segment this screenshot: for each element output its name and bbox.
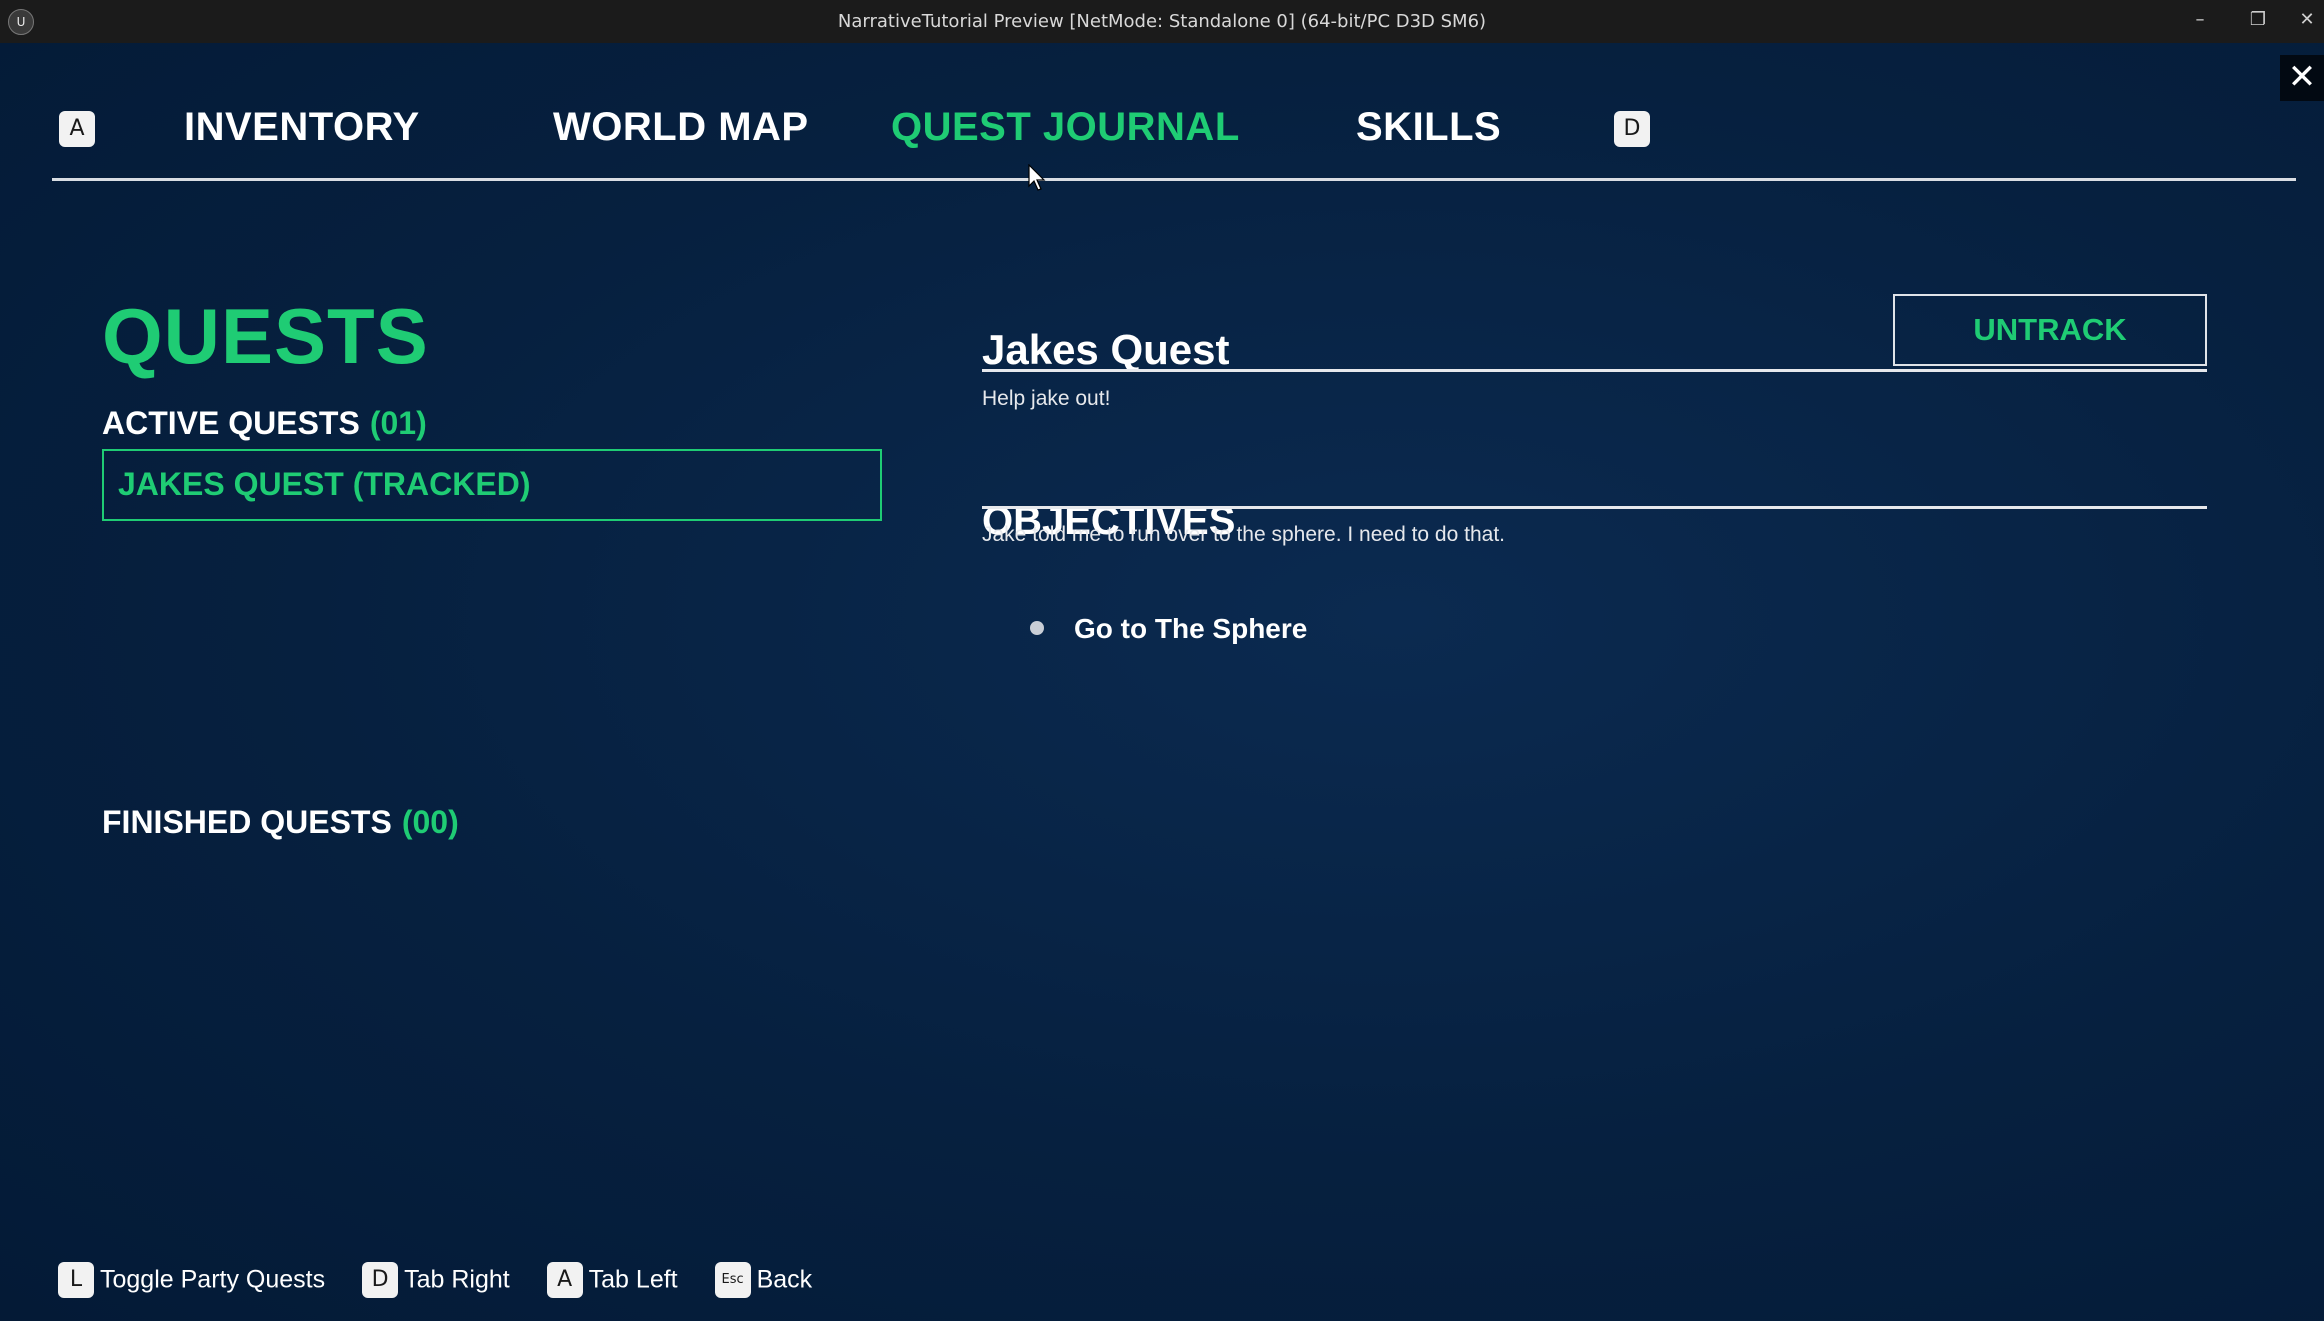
hint-tab-left[interactable]: A Tab Left: [546, 1262, 678, 1298]
hint-back[interactable]: Esc Back: [714, 1262, 813, 1298]
window-close-button[interactable]: ✕: [2290, 4, 2324, 38]
quest-detail-title: Jakes Quest: [982, 326, 1230, 373]
objectives-description: Jake told me to run over to the sphere. …: [982, 523, 1505, 546]
hint-label: Back: [756, 1265, 813, 1294]
quest-description: Help jake out!: [982, 387, 1111, 410]
finished-quests-label: FINISHED QUESTS: [102, 804, 392, 840]
active-quests-label: ACTIVE QUESTS: [102, 405, 360, 441]
esc-key-icon: Esc: [714, 1262, 751, 1298]
objective-item: Go to The Sphere: [1030, 613, 1307, 645]
minimize-button[interactable]: –: [2180, 4, 2220, 38]
l-key-icon: L: [58, 1262, 94, 1298]
quest-list-item[interactable]: JAKES QUEST (TRACKED): [102, 449, 882, 521]
restore-button[interactable]: ❐: [2238, 4, 2278, 38]
tab-inventory[interactable]: INVENTORY: [184, 105, 420, 150]
tab-bar-divider: [52, 178, 2296, 181]
active-quests-count: (01): [369, 405, 427, 441]
finished-quests-count: (00): [401, 804, 459, 840]
key-hints-bar: L Toggle Party Quests D Tab Right A Tab Lef…: [58, 1262, 842, 1298]
window-title: NarrativeTutorial Preview [NetMode: Stan…: [837, 11, 1487, 32]
tab-left-key-icon[interactable]: A: [59, 111, 95, 147]
hint-label: Toggle Party Quests: [100, 1265, 326, 1294]
d-key-icon: D: [362, 1262, 399, 1298]
quests-heading: QUESTS: [102, 292, 429, 380]
window-titlebar: U NarrativeTutorial Preview [NetMode: St…: [0, 0, 2324, 43]
tab-bar: A INVENTORY WORLD MAP QUEST JOURNAL SKIL…: [0, 43, 2324, 183]
hint-label: Tab Right: [404, 1265, 510, 1294]
hint-toggle-party-quests[interactable]: L Toggle Party Quests: [58, 1262, 325, 1298]
untrack-button[interactable]: UNTRACK: [1893, 294, 2207, 366]
tab-right-key-icon[interactable]: D: [1614, 111, 1650, 147]
mouse-cursor-icon: [1028, 164, 1046, 191]
a-key-icon: A: [546, 1262, 583, 1298]
hint-label: Tab Left: [588, 1265, 678, 1294]
tab-skills[interactable]: SKILLS: [1356, 105, 1501, 150]
tab-world-map[interactable]: WORLD MAP: [553, 105, 809, 150]
objective-label: Go to The Sphere: [1074, 613, 1308, 644]
quest-title-divider: [982, 369, 2207, 372]
objective-bullet-icon: [1030, 620, 1044, 635]
hint-tab-right[interactable]: D Tab Right: [362, 1262, 510, 1298]
game-viewport: ✕ A INVENTORY WORLD MAP QUEST JOURNAL SK…: [0, 43, 2324, 1321]
active-quests-header: ACTIVE QUESTS (01): [102, 405, 427, 442]
objectives-divider: [982, 506, 2207, 509]
finished-quests-header: FINISHED QUESTS (00): [102, 804, 459, 841]
tab-quest-journal[interactable]: QUEST JOURNAL: [891, 105, 1240, 150]
